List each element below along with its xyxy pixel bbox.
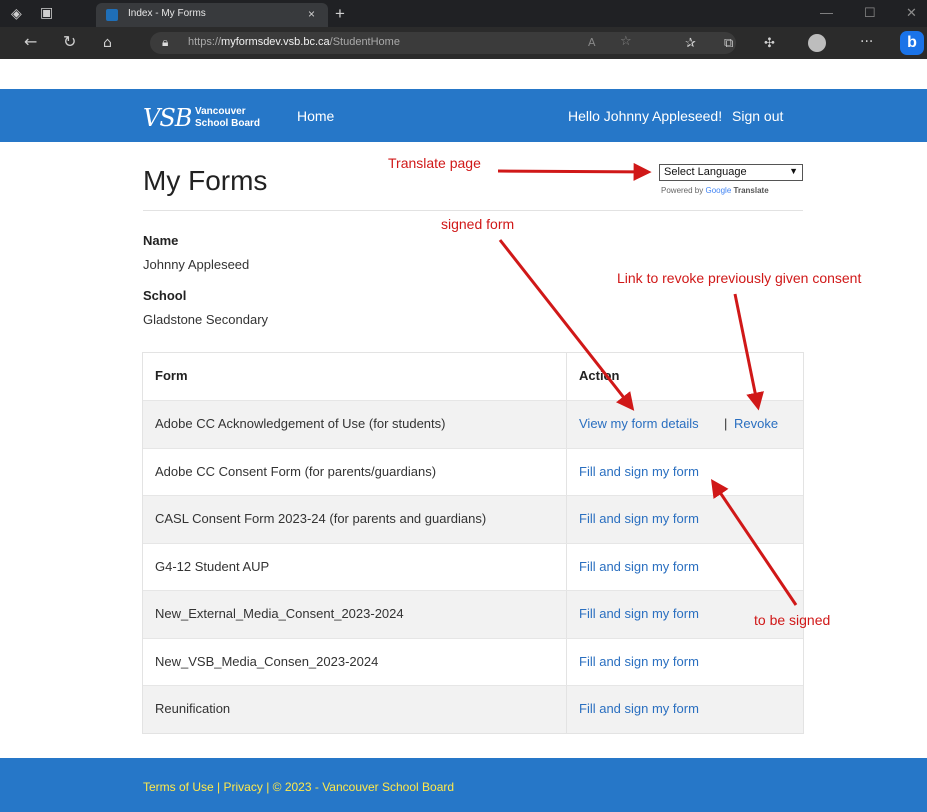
terms-of-use-link[interactable]: Terms of Use xyxy=(143,780,214,794)
bing-copilot-icon[interactable]: b xyxy=(900,31,924,55)
fill-and-sign-link[interactable]: Fill and sign my form xyxy=(579,464,699,479)
form-name: New_External_Media_Consent_2023-2024 xyxy=(155,606,404,621)
table-header-row: Form Action xyxy=(143,353,803,400)
form-name: New_VSB_Media_Consen_2023-2024 xyxy=(155,653,379,669)
footer-separator: | xyxy=(266,780,270,794)
greeting-text: Hello Johnny Appleseed! xyxy=(568,108,723,124)
screenshot: ◈ ▣ Index - My Forms × + — ☐ ✕ ← ↻ ⌂ 🔒︎ … xyxy=(0,0,927,812)
minimize-icon[interactable]: — xyxy=(820,5,833,20)
table-row: CASL Consent Form 2023-24 (for parents a… xyxy=(143,495,803,543)
browser-tab-strip: ◈ ▣ Index - My Forms × + — ☐ ✕ xyxy=(0,0,927,27)
language-select-value: Select Language xyxy=(664,166,747,178)
address-bar[interactable]: 🔒︎ https://myformsdev.vsb.bc.ca/StudentH… xyxy=(150,32,736,54)
page-title: My Forms xyxy=(143,165,268,196)
profile-avatar[interactable] xyxy=(808,34,826,52)
close-window-icon[interactable]: ✕ xyxy=(906,5,917,21)
home-icon[interactable]: ⌂ xyxy=(103,36,112,50)
fill-and-sign-link[interactable]: Fill and sign my form xyxy=(579,701,699,716)
maximize-icon[interactable]: ☐ xyxy=(864,5,876,21)
form-name: G4-12 Student AUP xyxy=(155,558,270,574)
refresh-icon[interactable]: ↻ xyxy=(63,34,76,50)
form-name: CASL Consent Form 2023-24 (for parents a… xyxy=(155,511,487,526)
school-label: School xyxy=(143,288,187,303)
powered-by-google: Powered by Google Translate xyxy=(661,186,769,195)
more-menu-icon[interactable]: ··· xyxy=(860,35,873,49)
fill-and-sign-link[interactable]: Fill and sign my form xyxy=(579,559,699,574)
extensions-icon[interactable]: ✣ xyxy=(764,37,775,51)
tab-actions-icon[interactable]: ▣ xyxy=(40,6,53,20)
action-separator: | xyxy=(724,416,728,431)
footer-separator: | xyxy=(217,780,221,794)
annotation-to-be-signed: to be signed xyxy=(754,612,831,628)
name-value: Johnny Appleseed xyxy=(143,257,250,272)
annotation-revoke-link: Link to revoke previously given consent xyxy=(617,270,862,286)
language-select[interactable]: Select Language ▼ xyxy=(659,164,803,181)
forms-table: Form Action Adobe CC Acknowledgement of … xyxy=(142,352,804,734)
tab-favicon-icon xyxy=(106,9,118,21)
table-row: New_VSB_Media_Consen_2023-2024 Fill and … xyxy=(143,637,804,685)
table-row: New_External_Media_Consent_2023-2024 Fil… xyxy=(143,590,803,638)
fill-and-sign-link[interactable]: Fill and sign my form xyxy=(579,511,699,526)
site-footer xyxy=(0,758,927,812)
school-value: Gladstone Secondary xyxy=(143,312,269,327)
back-icon[interactable]: ← xyxy=(24,34,37,50)
read-aloud-icon[interactable]: A xyxy=(588,36,596,50)
annotation-translate-page: Translate page xyxy=(388,155,481,171)
column-header-form: Form xyxy=(155,368,188,383)
favorite-star-icon[interactable]: ☆ xyxy=(620,35,632,49)
action-cell: Fill and sign my form xyxy=(566,448,804,495)
browser-tab[interactable]: Index - My Forms × xyxy=(96,3,328,27)
tab-close-icon[interactable]: × xyxy=(308,7,315,21)
user-greeting: Hello Johnny Appleseed! Sign out xyxy=(568,108,783,124)
footer-links: Terms of Use | Privacy | © 2023 - Vancou… xyxy=(143,780,454,794)
name-label: Name xyxy=(143,233,179,248)
table-row: G4-12 Student AUP Fill and sign my form xyxy=(143,542,804,590)
column-header-action: Action xyxy=(579,368,620,383)
column-header-action-cell: Action xyxy=(566,353,804,400)
fill-and-sign-link[interactable]: Fill and sign my form xyxy=(579,606,699,621)
copyright-text: © 2023 - Vancouver School Board xyxy=(272,780,455,794)
table-row: Adobe CC Consent Form (for parents/guard… xyxy=(143,447,804,495)
nav-home-link[interactable]: Home xyxy=(297,108,334,124)
address-url[interactable]: https://myformsdev.vsb.bc.ca/StudentHome xyxy=(188,36,400,48)
title-divider xyxy=(143,210,803,211)
vsb-logo-mark: VSB xyxy=(143,104,192,132)
arrow-to-language-select xyxy=(497,162,652,181)
table-row: Adobe CC Acknowledgement of Use (for stu… xyxy=(143,400,803,448)
form-name: Adobe CC Acknowledgement of Use (for stu… xyxy=(155,416,446,431)
site-header xyxy=(0,89,927,142)
favorites-icon[interactable]: ✰ xyxy=(685,37,696,51)
action-cell: Fill and sign my form xyxy=(566,686,804,733)
lock-icon[interactable]: 🔒︎ xyxy=(162,35,168,50)
workspaces-icon[interactable]: ◈ xyxy=(11,7,22,21)
annotation-signed-form: signed form xyxy=(441,216,515,232)
view-form-details-link[interactable]: View my form details xyxy=(579,416,699,431)
action-cell: Fill and sign my form xyxy=(566,496,804,543)
form-name: Adobe CC Consent Form (for parents/guard… xyxy=(155,463,437,479)
new-tab-button[interactable]: + xyxy=(335,4,345,24)
vsb-logo-text: Vancouver School Board xyxy=(195,106,261,129)
form-name: Reunification xyxy=(155,701,231,716)
revoke-link[interactable]: Revoke xyxy=(734,416,778,431)
action-cell: Fill and sign my form xyxy=(566,543,804,590)
collections-icon[interactable]: ⧉ xyxy=(724,37,733,51)
action-cell: Fill and sign my form xyxy=(566,638,804,685)
privacy-link[interactable]: Privacy xyxy=(224,780,263,794)
chevron-down-icon: ▼ xyxy=(789,166,798,176)
table-row: Reunification Fill and sign my form xyxy=(143,685,803,733)
fill-and-sign-link[interactable]: Fill and sign my form xyxy=(579,654,699,669)
action-cell: View my form details | Revoke xyxy=(566,401,804,448)
sign-out-link[interactable]: Sign out xyxy=(732,108,783,124)
tab-title: Index - My Forms xyxy=(128,8,206,19)
